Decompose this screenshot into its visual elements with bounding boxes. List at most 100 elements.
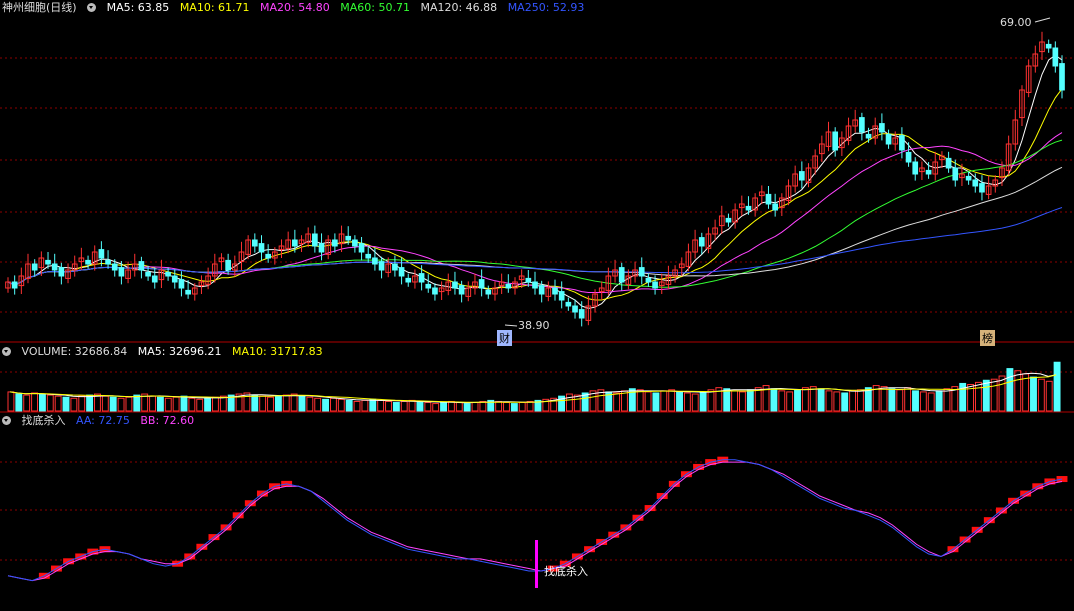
volume-bar [723,388,731,412]
candle-body [392,263,398,271]
volume-bar [259,395,267,412]
candle-body [345,235,352,241]
volume-bar [731,390,739,412]
candle-body [972,179,979,187]
candle-body [925,169,932,175]
volume-bar [70,397,78,412]
volume-bar [385,400,392,412]
candle-body [292,239,298,247]
candle-body [832,131,839,151]
candle-body [265,253,271,259]
volume-bar [1022,373,1030,412]
volume-bar [125,396,133,412]
candle-body [452,281,458,289]
volume-bar [15,393,23,412]
volume-bar [432,403,440,412]
volume-bar [699,391,707,412]
volume-bar [503,402,510,412]
indicator-panel-menu-icon[interactable] [2,416,11,425]
volume-bar [267,396,274,412]
price-panel-header: 神州细胞(日线) MA5: 63.85 MA10: 61.71 MA20: 54… [2,1,591,15]
volume-bar [361,399,369,412]
volume-bar [998,375,1006,412]
volume-bar [7,391,15,412]
ranking-tag[interactable]: 榜 [980,330,995,346]
volume-bar [652,392,660,412]
volume-bar [825,390,833,412]
volume-bar [156,396,164,412]
candle-body [332,239,338,247]
signal-label: 找底杀入 [544,565,588,578]
volume-bar [573,394,581,412]
candle-body [378,261,385,271]
candle-body [225,259,231,271]
candle-body [138,261,145,271]
indicator-menu-icon[interactable] [87,3,97,12]
candle-body [478,279,485,289]
volume-bar [377,399,385,412]
volume-bar [636,389,644,412]
volume-bar [746,389,754,412]
volume-menu-icon[interactable] [2,347,11,356]
volume-bar [691,393,699,412]
candle-body [1052,47,1059,67]
volume-bar [1053,361,1061,412]
volume-bar [833,391,841,412]
candle-body [905,151,912,163]
ma20-label: MA20: 54.80 [260,1,330,14]
candle-body [525,277,532,283]
volume-bar [164,397,172,412]
candle-body [432,287,438,295]
candle-body [865,133,872,139]
volume-bar [117,397,125,412]
high-price-label: 69.00 [1000,16,1032,29]
candle-body [532,281,538,289]
bottom-signal-bar [535,540,538,588]
candle-body [859,117,865,133]
volume-bar [770,388,778,412]
ma5-label: MA5: 63.85 [106,1,170,14]
volume-bar [935,390,943,412]
candle-body [171,275,178,283]
candle-body [638,267,645,277]
candle-body [418,273,425,283]
indicator-title: 找底杀入 [21,414,66,427]
candle-body [365,253,372,259]
volume-bar [101,395,109,412]
volume-bar [369,398,377,412]
volume-bar [778,390,786,412]
volume-bar [919,391,927,412]
volume-bar [86,394,94,412]
volume-bar [306,396,314,412]
aa-label: AA: 72.75 [76,414,130,427]
volume-bar [463,403,471,412]
candle-body [11,281,18,289]
volume-bar [856,389,864,412]
volume-bar [400,400,408,412]
volume-bar [495,400,503,412]
candle-body [358,243,365,253]
candle-body [772,203,778,211]
volume-bar [565,393,573,412]
candle-body [979,183,985,193]
candle-body [552,287,558,295]
candle-body [538,285,545,295]
candle-body [405,277,412,283]
low-marker-line [504,324,518,327]
volume-bar [180,395,188,412]
candle-body [652,281,658,289]
volume-bar [78,395,86,412]
candle-body [85,259,91,265]
candle-body [258,243,265,253]
candle-body [352,239,358,247]
volume-bar [927,392,935,412]
volume-bar [274,395,282,412]
candle-body [558,291,565,301]
volume-bar [149,395,156,412]
volume-bar [880,386,888,412]
volume-bar [974,381,982,412]
candle-body [98,249,105,259]
candle-body [879,123,885,133]
finance-tag[interactable]: 财 [497,330,512,346]
volume-bar [794,389,801,412]
